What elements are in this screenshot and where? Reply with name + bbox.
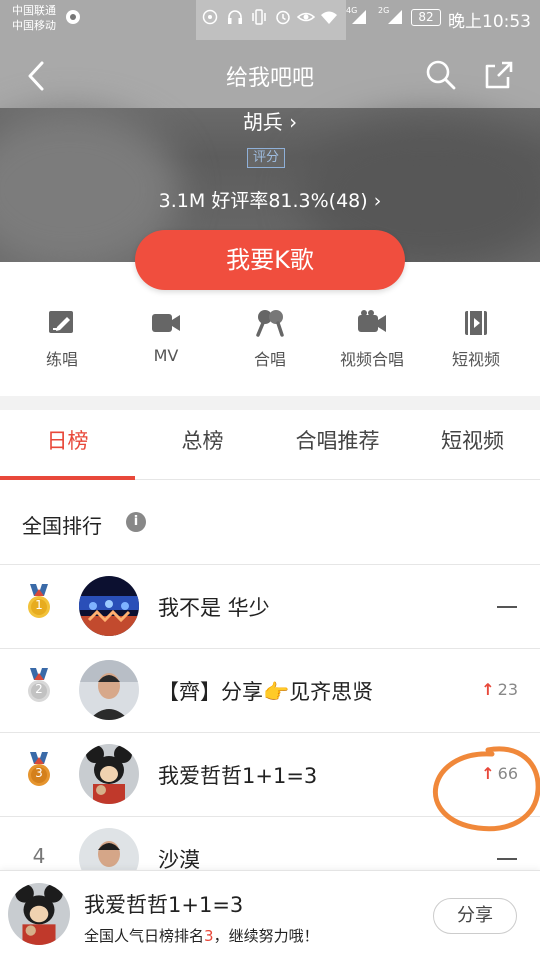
rank-message-prefix: 全国人气日榜排名 [84,927,205,945]
signal-2g-icon [388,10,402,24]
avatar[interactable] [79,576,139,636]
info-icon[interactable]: i [126,512,146,532]
my-rank-message: 全国人气日榜排名3，继续努力哦！ [84,925,319,946]
active-tab-indicator [0,476,135,480]
rank-trend: ↑ 23 [481,680,518,699]
section-divider [0,396,540,410]
trend-value: 23 [497,680,518,699]
share-icon[interactable] [482,58,516,92]
tab-overall[interactable]: 总榜 [135,410,270,480]
carrier-1: 中国联通 [12,4,56,17]
ranking-row[interactable]: 3 我爱哲哲1+1=3 ↑ 66 [0,732,540,816]
top-nav-bar: 给我吧吧 [0,50,540,100]
singer-link[interactable]: 胡兵 › [0,106,540,135]
func-mv-label: MV [153,346,179,365]
ranking-row[interactable]: 1 我不是 华少 [0,564,540,648]
rank-trend: ↑ 66 [481,764,518,783]
singer-name: 【齊】分享👉见齐思贤 [158,680,374,704]
tab-duet-recommend[interactable]: 合唱推荐 [270,410,405,480]
func-short-video[interactable]: 短视频 [422,308,530,370]
function-bar: 练唱 MV 合唱 视频合唱 短视频 [0,308,540,388]
rank-number: 2 [35,682,43,696]
my-avatar[interactable] [8,883,70,945]
song-title: 给我吧吧 [225,66,314,91]
trend-up-icon: ↑ [481,764,495,783]
video-duet-icon [358,310,386,332]
tab-daily[interactable]: 日榜 [0,410,135,480]
my-rank-bar: 我爱哲哲1+1=3 全国人气日榜排名3，继续努力哦！ 分享 [0,870,540,960]
rank-number: 3 [35,766,43,780]
share-button[interactable]: 分享 [433,898,517,934]
duet-microphone-icon [256,310,284,337]
avatar[interactable] [79,744,139,804]
rank-message-suffix: ，继续努力哦！ [213,927,319,945]
trend-up-icon: ↑ [481,680,495,699]
trend-unchanged-icon [497,606,517,608]
carrier-info: 中国联通 中国移动 [12,3,56,33]
trend-value: 66 [497,764,518,783]
singer-name: 我爱哲哲1+1=3 [158,764,318,788]
func-duet-label: 合唱 [253,350,286,369]
tab-short-video[interactable]: 短视频 [405,410,540,480]
rank-number: 1 [35,598,43,612]
song-stats-link[interactable]: 3.1M 好评率81.3%(48) › [0,186,540,213]
short-video-icon [465,311,487,335]
rating-tag[interactable]: 评分 [247,148,285,168]
func-practice-label: 练唱 [45,350,78,369]
trend-unchanged-icon [497,858,517,860]
battery-indicator: 82 [411,9,441,26]
back-icon[interactable] [22,58,54,94]
status-time: 晚上10:53 [448,12,531,32]
func-short-video-label: 短视频 [451,350,500,369]
avatar[interactable] [79,660,139,720]
national-ranking-title: 全国排行 [22,514,102,538]
alarm-icon [276,10,290,25]
carrier-2: 中国移动 [12,19,56,32]
my-rank-value: 3 [204,927,214,945]
signal-4g-icon [352,10,366,24]
video-camera-icon [152,314,180,332]
func-video-duet[interactable]: 视频合唱 [318,308,426,370]
practice-icon [49,311,73,333]
music-notification-icon [202,9,218,25]
func-practice[interactable]: 练唱 [8,308,116,370]
my-name: 我爱哲哲1+1=3 [84,893,244,917]
singer-name: 我不是 华少 [158,596,270,620]
status-bar: 中国联通 中国移动 4G 2G 82 晚上10:53 [0,0,540,36]
wifi-icon [321,11,337,24]
sing-karaoke-button[interactable]: 我要K歌 [135,230,405,290]
vibrate-icon [252,9,266,25]
rank-number: 4 [32,844,46,868]
eye-comfort-icon [297,12,315,22]
func-duet[interactable]: 合唱 [216,308,324,370]
search-icon[interactable] [424,58,458,92]
headphone-icon [228,10,242,24]
func-mv[interactable]: MV [112,308,220,365]
ranking-row[interactable]: 2 【齊】分享👉见齐思贤 ↑ 23 [0,648,540,732]
ranking-tabs: 日榜 总榜 合唱推荐 短视频 [0,410,540,480]
app-notification-icon [66,10,80,24]
func-video-duet-label: 视频合唱 [339,350,404,369]
